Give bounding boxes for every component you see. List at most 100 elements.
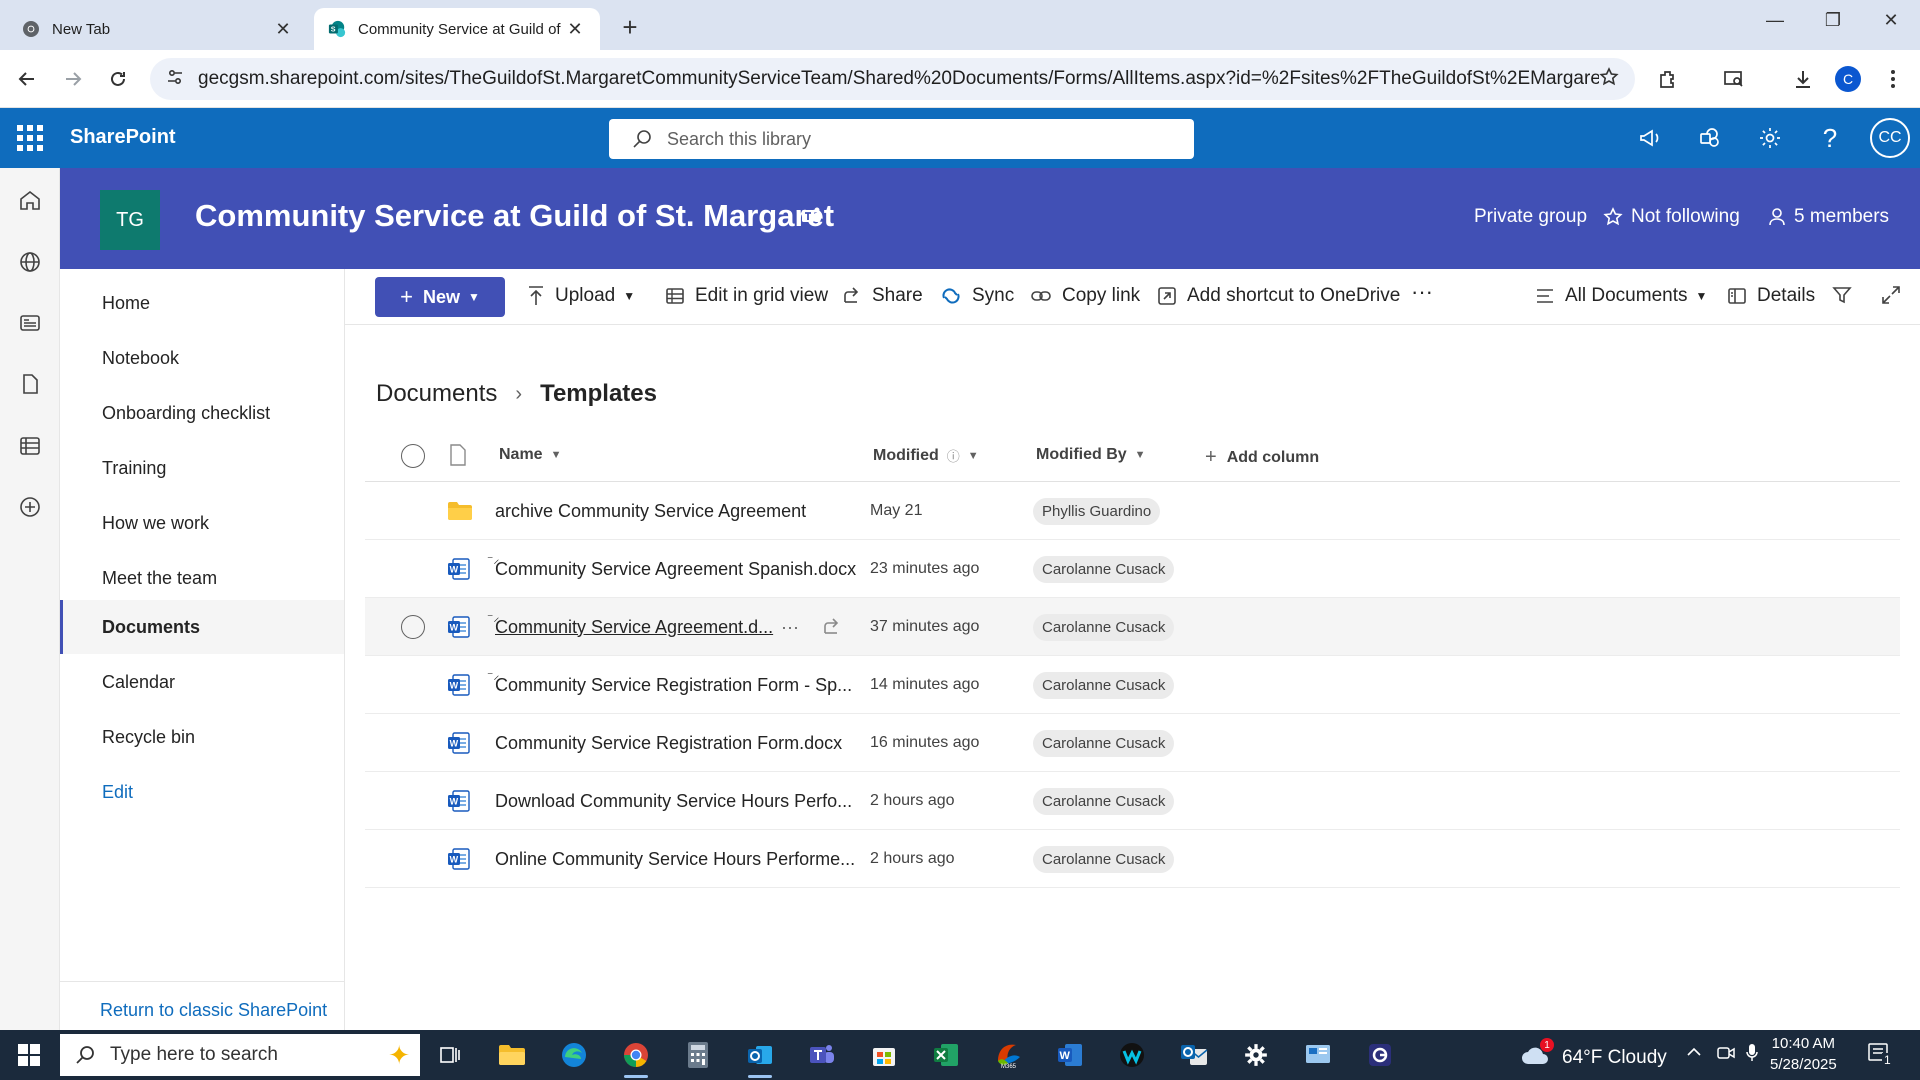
file-name[interactable]: Community Service Registration Form.docx — [495, 714, 842, 772]
column-modified[interactable]: Modified ⓘ ▼ — [873, 446, 979, 465]
download-icon[interactable] — [1788, 64, 1818, 94]
control-panel-icon[interactable] — [1300, 1037, 1336, 1073]
nav-item-home[interactable]: Home — [60, 276, 344, 330]
browser-menu-icon[interactable] — [1878, 64, 1908, 94]
notifications-icon[interactable]: 1 — [1866, 1041, 1893, 1072]
details-button[interactable]: Details — [1727, 285, 1815, 307]
task-view-icon[interactable] — [432, 1037, 468, 1073]
file-name[interactable]: Online Community Service Hours Performe.… — [495, 830, 855, 888]
minimize-icon[interactable]: — — [1760, 10, 1790, 31]
table-row[interactable]: W ⁻⸝ Community Service Registration Form… — [365, 656, 1900, 714]
modified-by-persona[interactable]: Phyllis Guardino — [1033, 482, 1161, 540]
back-icon[interactable] — [12, 64, 42, 94]
home-icon[interactable] — [15, 185, 45, 215]
file-name[interactable]: archive Community Service Agreement — [495, 482, 806, 540]
share-button[interactable]: Share — [842, 285, 923, 307]
new-button[interactable]: + New ▼ — [375, 277, 505, 317]
settings-gear-icon[interactable] — [1238, 1037, 1274, 1073]
site-logo[interactable]: TG — [100, 190, 160, 250]
close-tab-icon[interactable]: ✕ — [272, 19, 294, 40]
restore-icon[interactable]: ❐ — [1818, 10, 1848, 31]
extensions-icon[interactable] — [1653, 64, 1683, 94]
forward-icon[interactable] — [58, 64, 88, 94]
add-shortcut-button[interactable]: Add shortcut to OneDrive — [1157, 285, 1400, 307]
close-tab-icon[interactable]: ✕ — [564, 19, 586, 40]
sync-button[interactable]: Sync — [940, 285, 1014, 307]
file-explorer-icon[interactable] — [494, 1037, 530, 1073]
table-row[interactable]: W ⁻⸝ Community Service Agreement.d... ··… — [365, 598, 1900, 656]
site-title[interactable]: Community Service at Guild of St. Margar… — [195, 198, 834, 234]
members-button[interactable]: 5 members — [1768, 206, 1889, 228]
webex-icon[interactable] — [1114, 1037, 1150, 1073]
modified-by-persona[interactable]: Carolanne Cusack — [1033, 540, 1175, 598]
nav-item-calendar[interactable]: Calendar — [60, 655, 344, 709]
search-input[interactable]: Search this library — [609, 119, 1194, 159]
sharepoint-brand[interactable]: SharePoint — [70, 126, 176, 149]
lists-icon[interactable] — [15, 431, 45, 461]
microsoft-store-icon[interactable] — [866, 1037, 902, 1073]
nav-item-how-we-work[interactable]: How we work — [60, 496, 344, 550]
new-tab-button[interactable]: + — [616, 12, 644, 43]
close-window-icon[interactable]: ✕ — [1876, 10, 1906, 31]
sharepoint-apps-icon[interactable] — [1695, 123, 1725, 153]
outlook-icon[interactable] — [742, 1037, 778, 1078]
file-name[interactable]: Community Service Registration Form - Sp… — [495, 656, 852, 714]
tab-community-service[interactable]: S Community Service at Guild of St. Marg… — [314, 8, 600, 50]
table-row[interactable]: W Online Community Service Hours Perform… — [365, 830, 1900, 888]
select-all-checkbox[interactable] — [401, 444, 425, 468]
profile-avatar[interactable]: C — [1833, 64, 1863, 94]
upload-button[interactable]: Upload ▼ — [527, 285, 635, 307]
app-launcher-icon[interactable] — [16, 124, 44, 152]
add-column-button[interactable]: + Add column — [1205, 446, 1319, 469]
microsoft-365-icon[interactable]: M365 — [990, 1037, 1026, 1073]
file-name[interactable]: Community Service Agreement Spanish.docx — [495, 540, 856, 598]
modified-by-persona[interactable]: Carolanne Cusack — [1033, 598, 1175, 656]
table-row[interactable]: archive Community Service Agreement May … — [365, 482, 1900, 540]
modified-by-persona[interactable]: Carolanne Cusack — [1033, 714, 1175, 772]
word-taskbar-icon[interactable]: W — [1052, 1037, 1088, 1073]
nav-item-recycle-bin[interactable]: Recycle bin — [60, 710, 344, 764]
teams-taskbar-icon[interactable] — [804, 1037, 840, 1073]
more-actions-icon[interactable]: ··· — [781, 598, 799, 656]
nav-item-training[interactable]: Training — [60, 441, 344, 495]
more-commands-button[interactable]: ··· — [1411, 279, 1433, 305]
edit-grid-view-button[interactable]: Edit in grid view — [665, 285, 828, 307]
file-name[interactable]: Community Service Agreement.d... — [495, 598, 773, 656]
show-hidden-icons[interactable] — [1686, 1044, 1702, 1062]
table-row[interactable]: W Community Service Registration Form.do… — [365, 714, 1900, 772]
teams-icon[interactable] — [800, 204, 824, 233]
system-clock[interactable]: 10:40 AM 5/28/2025 — [1770, 1033, 1837, 1075]
table-row[interactable]: W ⁻⸝ Community Service Agreement Spanish… — [365, 540, 1900, 598]
follow-button[interactable]: Not following — [1603, 206, 1740, 228]
megaphone-icon[interactable] — [1635, 123, 1665, 153]
weather-widget[interactable]: 1 64°F Cloudy — [1520, 1038, 1667, 1072]
filter-icon[interactable] — [1832, 285, 1862, 305]
microphone-icon[interactable] — [1745, 1042, 1759, 1069]
share-icon[interactable] — [822, 598, 842, 656]
windows-start-icon[interactable] — [18, 1044, 40, 1066]
edge-icon[interactable] — [556, 1037, 592, 1073]
nav-item-meet-the-team[interactable]: Meet the team — [60, 551, 344, 605]
modified-by-persona[interactable]: Carolanne Cusack — [1033, 656, 1175, 714]
nav-item-notebook[interactable]: Notebook — [60, 331, 344, 385]
url-box[interactable]: gecgsm.sharepoint.com/sites/TheGuildofSt… — [150, 58, 1635, 100]
return-to-classic-link[interactable]: Return to classic SharePoint — [60, 981, 344, 1021]
cast-search-icon[interactable] — [1719, 64, 1749, 94]
create-icon[interactable] — [15, 492, 45, 522]
nav-item-onboarding-checklist[interactable]: Onboarding checklist — [60, 386, 344, 440]
breadcrumb-documents[interactable]: Documents — [376, 380, 497, 408]
copy-link-button[interactable]: Copy link — [1030, 285, 1140, 307]
row-select-checkbox[interactable] — [401, 598, 425, 656]
file-name[interactable]: Download Community Service Hours Perfo..… — [495, 772, 852, 830]
news-icon[interactable] — [15, 308, 45, 338]
excel-icon[interactable] — [928, 1037, 964, 1073]
nav-item-documents[interactable]: Documents — [60, 600, 344, 654]
calculator-icon[interactable] — [680, 1037, 716, 1073]
chrome-taskbar-icon[interactable] — [618, 1037, 654, 1078]
help-icon[interactable]: ? — [1815, 123, 1845, 153]
globe-icon[interactable] — [15, 247, 45, 277]
column-name[interactable]: Name ▼ — [499, 446, 561, 464]
modified-by-persona[interactable]: Carolanne Cusack — [1033, 830, 1175, 888]
bookmark-star-icon[interactable] — [1599, 66, 1619, 92]
modified-by-persona[interactable]: Carolanne Cusack — [1033, 772, 1175, 830]
